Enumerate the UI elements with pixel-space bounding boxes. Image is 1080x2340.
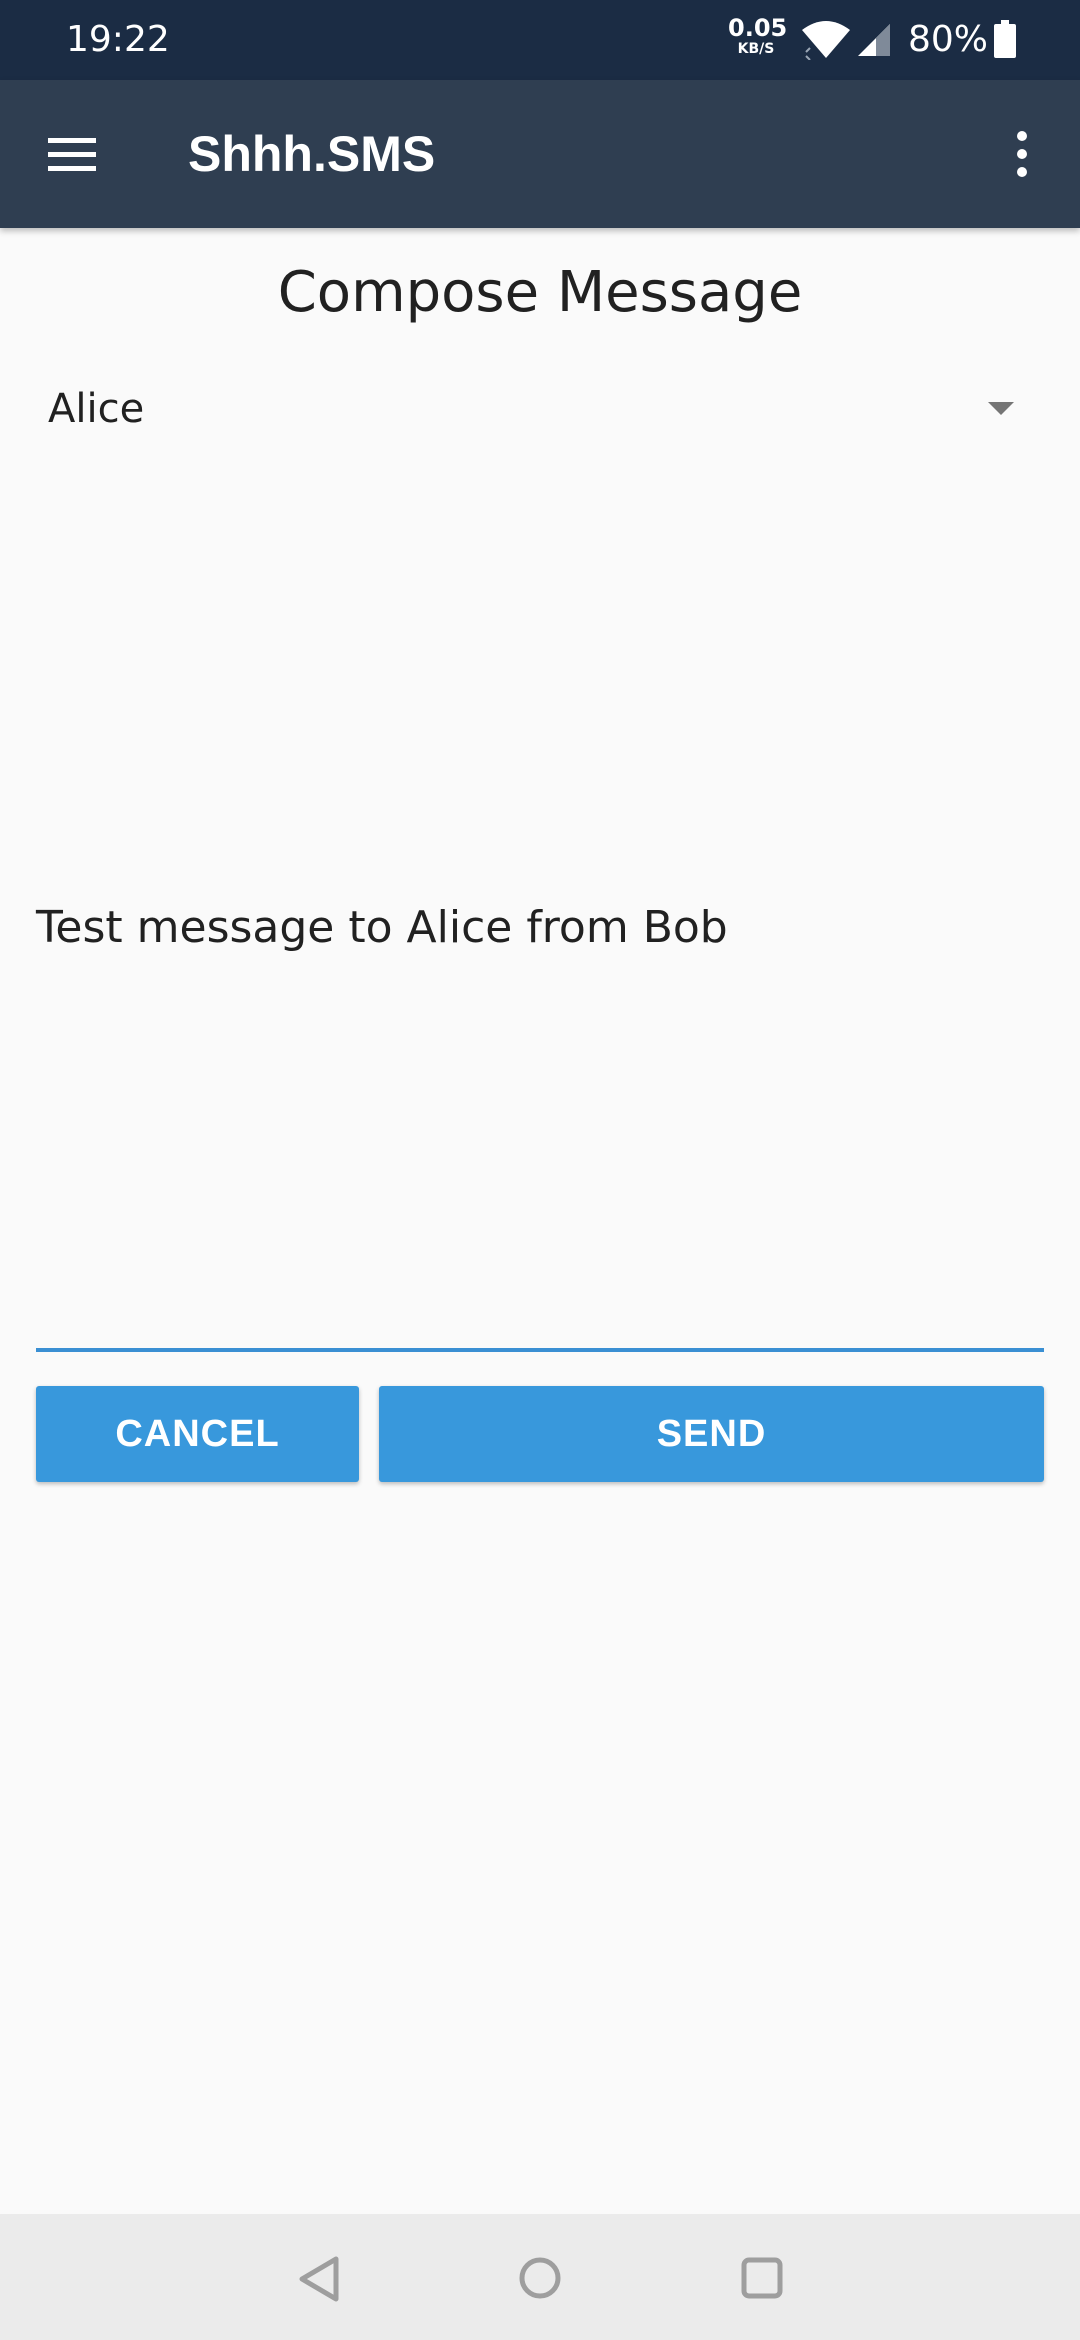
wifi-icon	[802, 21, 850, 60]
send-button[interactable]: SEND	[379, 1386, 1044, 1482]
network-speed-unit: KB/S	[737, 41, 775, 57]
network-speed-indicator: 0.05 KB/S	[728, 14, 788, 57]
app-bar: Shhh.SMS	[0, 80, 1080, 228]
page-title: Compose Message	[277, 260, 803, 325]
signal-icon	[858, 24, 890, 56]
recipient-selected-value: Alice	[48, 386, 145, 432]
recents-icon[interactable]	[740, 2256, 784, 2300]
battery-icon	[994, 20, 1016, 58]
dropdown-arrow-icon	[988, 402, 1014, 415]
hamburger-menu-icon[interactable]	[44, 132, 100, 176]
message-input[interactable]: Test message to Alice from Bob	[36, 480, 1044, 1352]
status-bar: 19:22 0.05 KB/S 80%	[0, 0, 1080, 80]
network-speed-value: 0.05	[728, 14, 788, 42]
app-title: Shhh.SMS	[188, 126, 436, 182]
recipient-dropdown[interactable]: Alice	[36, 370, 1016, 450]
home-icon[interactable]	[518, 2256, 562, 2300]
cancel-button[interactable]: CANCEL	[36, 1386, 359, 1482]
message-input-text: Test message to Alice from Bob	[36, 902, 728, 953]
status-time: 19:22	[66, 19, 170, 60]
more-vert-icon[interactable]	[1004, 128, 1040, 184]
back-icon[interactable]	[296, 2254, 342, 2304]
battery-percent: 80%	[908, 19, 989, 60]
system-navigation-bar	[0, 2214, 1080, 2340]
